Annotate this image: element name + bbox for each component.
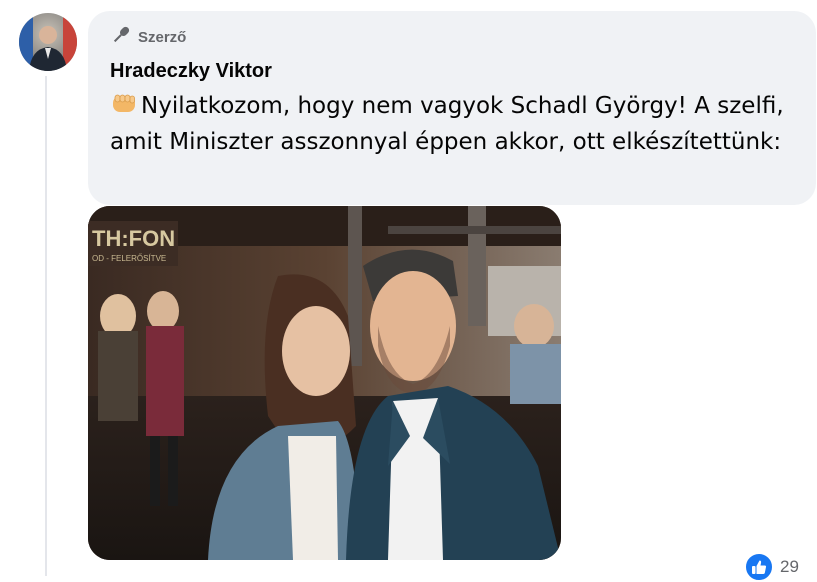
author-badge-label: Szerző bbox=[138, 28, 187, 46]
comment-text: Nyilatkozom, hogy nem vagyok Schadl Györ… bbox=[110, 88, 800, 160]
microphone-icon bbox=[110, 24, 132, 50]
thread-line bbox=[45, 76, 47, 576]
sign-subtext: OD - FELERŐSÍTVE bbox=[92, 254, 166, 263]
author-avatar[interactable] bbox=[19, 13, 77, 71]
reaction-summary[interactable]: 29 bbox=[744, 552, 799, 582]
like-icon bbox=[744, 552, 774, 582]
comment-body: Nyilatkozom, hogy nem vagyok Schadl Györ… bbox=[110, 93, 784, 155]
reaction-count: 29 bbox=[780, 557, 799, 576]
author-name[interactable]: Hradeczky Viktor bbox=[110, 60, 272, 83]
author-badge: Szerző bbox=[110, 26, 186, 48]
sign-text: TH:FON bbox=[92, 226, 175, 251]
fist-icon bbox=[110, 91, 138, 115]
attached-photo[interactable]: TH:FON OD - FELERŐSÍTVE bbox=[88, 206, 561, 560]
